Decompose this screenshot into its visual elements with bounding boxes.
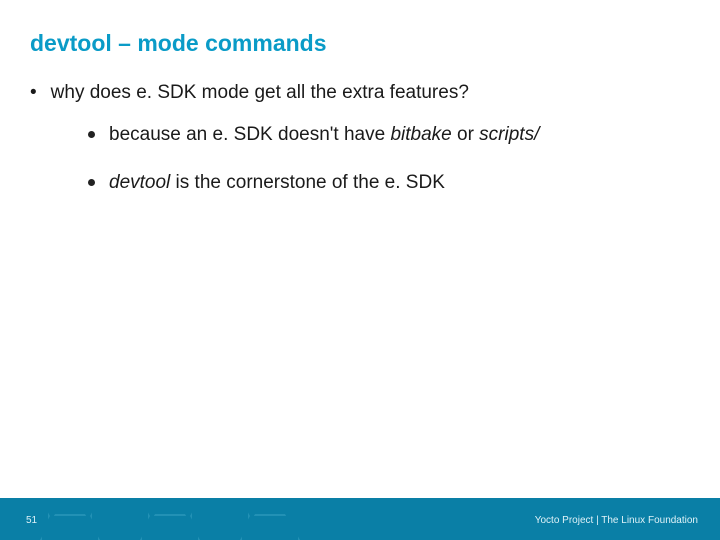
bullet-level1: • why does e. SDK mode get all the extra… <box>30 82 690 104</box>
bullet-level2-text: because an e. SDK doesn't have bitbake o… <box>109 122 539 148</box>
dot-icon <box>88 179 95 186</box>
text-part: or <box>452 124 479 145</box>
bullet-level2: devtool is the cornerstone of the e. SDK <box>88 170 690 196</box>
bullet-level2: because an e. SDK doesn't have bitbake o… <box>88 122 690 148</box>
slide-content: • why does e. SDK mode get all the extra… <box>30 82 690 217</box>
page-number: 51 <box>26 515 37 526</box>
bullet-level2-text: devtool is the cornerstone of the e. SDK <box>109 170 445 196</box>
text-italic: bitbake <box>390 124 451 145</box>
hexagon-icon <box>0 498 50 540</box>
hexagon-icon <box>190 498 250 540</box>
footer-credit: Yocto Project | The Linux Foundation <box>535 515 698 526</box>
bullet-marker: • <box>30 82 37 104</box>
text-part: is the cornerstone of the e. SDK <box>170 172 445 193</box>
dot-icon <box>88 131 95 138</box>
bullet-level1-text: why does e. SDK mode get all the extra f… <box>51 82 469 104</box>
hexagon-icon <box>240 514 300 540</box>
hexagon-icon <box>90 498 150 540</box>
slide-title: devtool – mode commands <box>30 30 327 57</box>
hexagon-icon <box>140 514 200 540</box>
text-part: because an e. SDK doesn't have <box>109 124 390 145</box>
slide: devtool – mode commands • why does e. SD… <box>0 0 720 540</box>
hexagon-icon <box>40 514 100 540</box>
text-italic: scripts/ <box>479 124 539 145</box>
text-italic: devtool <box>109 172 170 193</box>
slide-footer: 51 Yocto Project | The Linux Foundation <box>0 498 720 540</box>
